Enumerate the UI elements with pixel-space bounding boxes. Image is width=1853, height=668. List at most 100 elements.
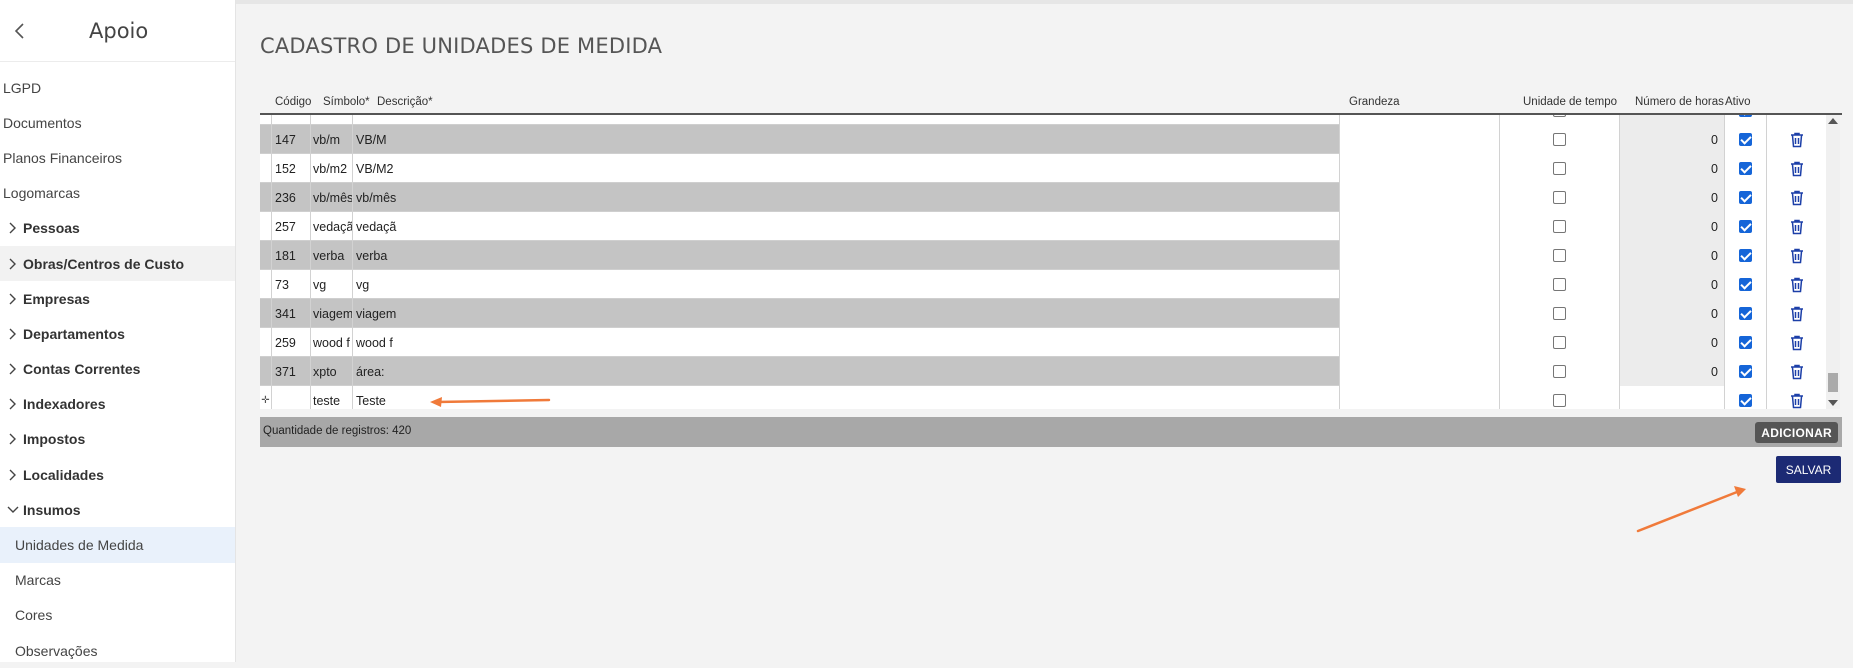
- sidebar-group-empresas[interactable]: Empresas: [0, 281, 235, 316]
- cell-descricao[interactable]: verba: [353, 241, 1340, 270]
- add-button[interactable]: ADICIONAR: [1755, 422, 1838, 443]
- cell-descricao[interactable]: vb/mês: [353, 183, 1340, 212]
- trash-icon[interactable]: [1790, 219, 1804, 235]
- cell-numero-de-horas[interactable]: 0: [1620, 270, 1725, 299]
- cell-unidade-de-tempo[interactable]: [1500, 328, 1620, 357]
- trash-icon[interactable]: [1790, 335, 1804, 351]
- cell-ativo[interactable]: [1725, 357, 1767, 386]
- cell-unidade-de-tempo[interactable]: [1500, 154, 1620, 183]
- cell-simbolo[interactable]: vedaçã: [311, 212, 353, 241]
- cell-codigo[interactable]: 152: [272, 154, 311, 183]
- cell-ativo[interactable]: [1725, 386, 1767, 409]
- sidebar-item-documentos[interactable]: Documentos: [0, 105, 235, 140]
- cell-codigo[interactable]: [272, 115, 311, 125]
- sidebar-group-obras-centros-de-custo[interactable]: Obras/Centros de Custo: [0, 245, 235, 282]
- ativo-checkbox[interactable]: [1739, 336, 1752, 349]
- ativo-checkbox[interactable]: [1739, 162, 1752, 175]
- cell-descricao[interactable]: wood f: [353, 328, 1340, 357]
- trash-icon[interactable]: [1790, 190, 1804, 206]
- cell-codigo[interactable]: 257: [272, 212, 311, 241]
- cell-delete[interactable]: [1767, 115, 1826, 125]
- cell-descricao[interactable]: Teste: [353, 386, 1340, 409]
- sidebar-item-logomarcas[interactable]: Logomarcas: [0, 176, 235, 211]
- cell-numero-de-horas[interactable]: [1620, 386, 1725, 409]
- scroll-up-icon[interactable]: [1828, 118, 1838, 124]
- cell-codigo[interactable]: 259: [272, 328, 311, 357]
- cell-descricao[interactable]: vg: [353, 270, 1340, 299]
- cell-ativo[interactable]: [1725, 183, 1767, 212]
- cell-numero-de-horas[interactable]: 0: [1620, 299, 1725, 328]
- ativo-checkbox[interactable]: [1739, 191, 1752, 204]
- unidade-de-tempo-checkbox[interactable]: [1553, 365, 1566, 378]
- cell-unidade-de-tempo[interactable]: [1500, 299, 1620, 328]
- cell-numero-de-horas[interactable]: [1620, 115, 1725, 125]
- trash-icon[interactable]: [1790, 306, 1804, 322]
- cell-simbolo[interactable]: xpto: [311, 357, 353, 386]
- scroll-down-icon[interactable]: [1828, 400, 1838, 406]
- cell-simbolo[interactable]: vb/m: [311, 125, 353, 154]
- cell-codigo[interactable]: 73: [272, 270, 311, 299]
- cell-codigo[interactable]: 236: [272, 183, 311, 212]
- cell-grandeza[interactable]: [1340, 154, 1500, 183]
- unidade-de-tempo-checkbox[interactable]: [1553, 394, 1566, 407]
- ativo-checkbox[interactable]: [1739, 249, 1752, 262]
- sidebar-group-pessoas[interactable]: Pessoas: [0, 211, 235, 246]
- ativo-checkbox[interactable]: [1739, 307, 1752, 320]
- cell-codigo[interactable]: [272, 386, 311, 409]
- cell-descricao[interactable]: [353, 115, 1340, 125]
- cell-codigo[interactable]: 181: [272, 241, 311, 270]
- cell-codigo[interactable]: 147: [272, 125, 311, 154]
- cell-descricao[interactable]: viagem: [353, 299, 1340, 328]
- cell-grandeza[interactable]: [1340, 241, 1500, 270]
- sidebar-item-marcas[interactable]: Marcas: [0, 563, 235, 598]
- cell-numero-de-horas[interactable]: 0: [1620, 125, 1725, 154]
- cell-grandeza[interactable]: [1340, 270, 1500, 299]
- cell-ativo[interactable]: [1725, 154, 1767, 183]
- col-header-codigo[interactable]: Código: [275, 96, 311, 108]
- cell-numero-de-horas[interactable]: 0: [1620, 183, 1725, 212]
- sidebar-group-impostos[interactable]: Impostos: [0, 422, 235, 457]
- col-header-descricao[interactable]: Descrição*: [377, 96, 433, 108]
- cell-simbolo[interactable]: [311, 115, 353, 125]
- unidade-de-tempo-checkbox[interactable]: [1553, 249, 1566, 262]
- cell-ativo[interactable]: [1725, 270, 1767, 299]
- cell-simbolo[interactable]: vg: [311, 270, 353, 299]
- cell-grandeza[interactable]: [1340, 386, 1500, 409]
- cell-ativo[interactable]: [1725, 299, 1767, 328]
- trash-icon[interactable]: [1790, 393, 1804, 409]
- cell-grandeza[interactable]: [1340, 212, 1500, 241]
- save-button[interactable]: SALVAR: [1776, 456, 1841, 483]
- col-header-unidade-de-tempo[interactable]: Unidade de tempo: [1523, 96, 1617, 108]
- cell-numero-de-horas[interactable]: 0: [1620, 328, 1725, 357]
- cell-simbolo[interactable]: vb/mês: [311, 183, 353, 212]
- ativo-checkbox[interactable]: [1739, 220, 1752, 233]
- cell-simbolo[interactable]: wood f: [311, 328, 353, 357]
- trash-icon[interactable]: [1790, 277, 1804, 293]
- trash-icon[interactable]: [1790, 364, 1804, 380]
- cell-grandeza[interactable]: [1340, 328, 1500, 357]
- cell-simbolo[interactable]: verba: [311, 241, 353, 270]
- ativo-checkbox[interactable]: [1739, 133, 1752, 146]
- unidade-de-tempo-checkbox[interactable]: [1553, 336, 1566, 349]
- unidade-de-tempo-checkbox[interactable]: [1553, 133, 1566, 146]
- cell-simbolo[interactable]: teste: [311, 386, 353, 409]
- sidebar-item-cores[interactable]: Cores: [0, 598, 235, 633]
- cell-ativo[interactable]: [1725, 241, 1767, 270]
- ativo-checkbox[interactable]: [1739, 394, 1752, 407]
- unidade-de-tempo-checkbox[interactable]: [1553, 307, 1566, 320]
- cell-grandeza[interactable]: [1340, 299, 1500, 328]
- cell-codigo[interactable]: 371: [272, 357, 311, 386]
- cell-ativo[interactable]: [1725, 328, 1767, 357]
- cell-unidade-de-tempo[interactable]: [1500, 115, 1620, 125]
- trash-icon[interactable]: [1790, 248, 1804, 264]
- cell-numero-de-horas[interactable]: 0: [1620, 212, 1725, 241]
- sidebar-group-localidades[interactable]: Localidades: [0, 457, 235, 492]
- cell-grandeza[interactable]: [1340, 125, 1500, 154]
- chevron-left-icon[interactable]: [12, 22, 28, 40]
- cell-descricao[interactable]: vedaçã: [353, 212, 1340, 241]
- sidebar-group-departamentos[interactable]: Departamentos: [0, 316, 235, 351]
- cell-ativo[interactable]: [1725, 115, 1767, 125]
- cell-unidade-de-tempo[interactable]: [1500, 212, 1620, 241]
- cell-simbolo[interactable]: viagem: [311, 299, 353, 328]
- sidebar-item-planos-financeiros[interactable]: Planos Financeiros: [0, 140, 235, 175]
